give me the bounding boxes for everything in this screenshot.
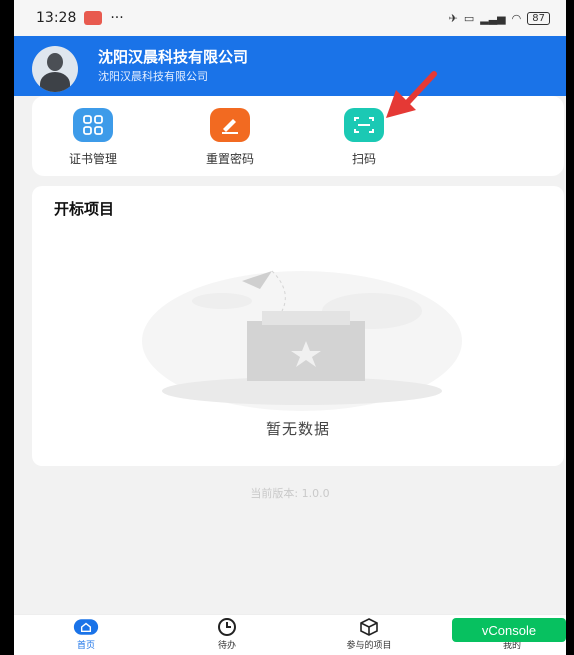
annotation-arrow <box>386 71 437 118</box>
battery-icon: 87 <box>527 11 550 25</box>
cube-icon <box>356 617 382 637</box>
grid-icon <box>73 108 113 142</box>
status-time: 13:28 <box>36 10 77 26</box>
projects-title: 开标项目 <box>54 200 115 218</box>
company-name: 沈阳汉晨科技有限公司 <box>98 48 249 66</box>
company-subtitle: 沈阳汉晨科技有限公司 <box>98 70 208 83</box>
cert-manage-label: 证书管理 <box>68 152 117 166</box>
empty-state-text: 暂无数据 <box>265 420 330 438</box>
tab-todo[interactable]: 待办 <box>187 617 267 651</box>
reset-password-label: 重置密码 <box>205 152 254 166</box>
projects-card: 开标项目 暂无数据 <box>32 186 564 466</box>
screen: 13:28 ··· ✈ ▭ ▂▃▅ ◠ 87 沈阳汉晨科技有限公司 沈阳汉晨科技… <box>0 0 574 655</box>
tab-home[interactable]: 首页 <box>46 617 126 651</box>
nfc-icon: ✈ <box>448 11 458 25</box>
version-text: 当前版本: 1.0.0 <box>250 487 330 500</box>
tab-projects-label: 参与的项目 <box>346 641 392 651</box>
status-bar: 13:28 ··· ✈ ▭ ▂▃▅ ◠ 87 <box>14 0 566 36</box>
app-notification-icon <box>84 11 103 25</box>
tab-projects[interactable]: 参与的项目 <box>329 617 409 651</box>
left-border <box>0 0 14 655</box>
vconsole-button[interactable]: vConsole <box>452 618 566 642</box>
cert-manage-button[interactable]: 证书管理 <box>48 108 138 167</box>
scan-icon <box>344 108 384 142</box>
quick-actions-card: 证书管理 重置密码 扫码 <box>32 96 564 176</box>
tab-home-label: 首页 <box>76 641 95 651</box>
home-icon <box>73 617 99 637</box>
reset-password-button[interactable]: 重置密码 <box>185 108 275 167</box>
avatar[interactable] <box>32 46 78 92</box>
pencil-icon <box>210 108 250 142</box>
scan-label: 扫码 <box>351 152 376 166</box>
status-more-dots: ··· <box>110 10 124 26</box>
signal-icon: ▂▃▅ <box>480 11 506 25</box>
empty-box-illustration <box>142 270 462 411</box>
tab-todo-label: 待办 <box>217 641 236 651</box>
wifi-icon: ◠ <box>511 11 522 25</box>
hd-icon: ▭ <box>463 11 475 25</box>
right-border <box>566 0 574 655</box>
clock-icon <box>214 617 240 637</box>
